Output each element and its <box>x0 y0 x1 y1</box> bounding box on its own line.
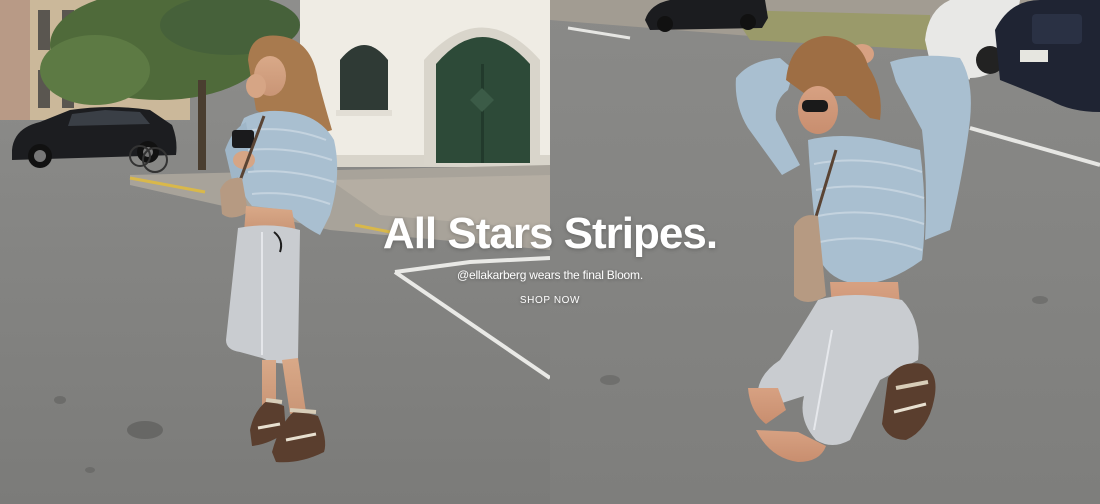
left-photo-panel <box>0 0 550 504</box>
hero-banner[interactable]: All Stars Stripes. @ellakarberg wears th… <box>0 0 1100 504</box>
standing-model-photo <box>0 0 550 504</box>
shop-now-link[interactable]: SHOP NOW <box>520 295 580 306</box>
right-photo-panel <box>550 0 1100 504</box>
kneeling-model-photo <box>550 0 1100 504</box>
